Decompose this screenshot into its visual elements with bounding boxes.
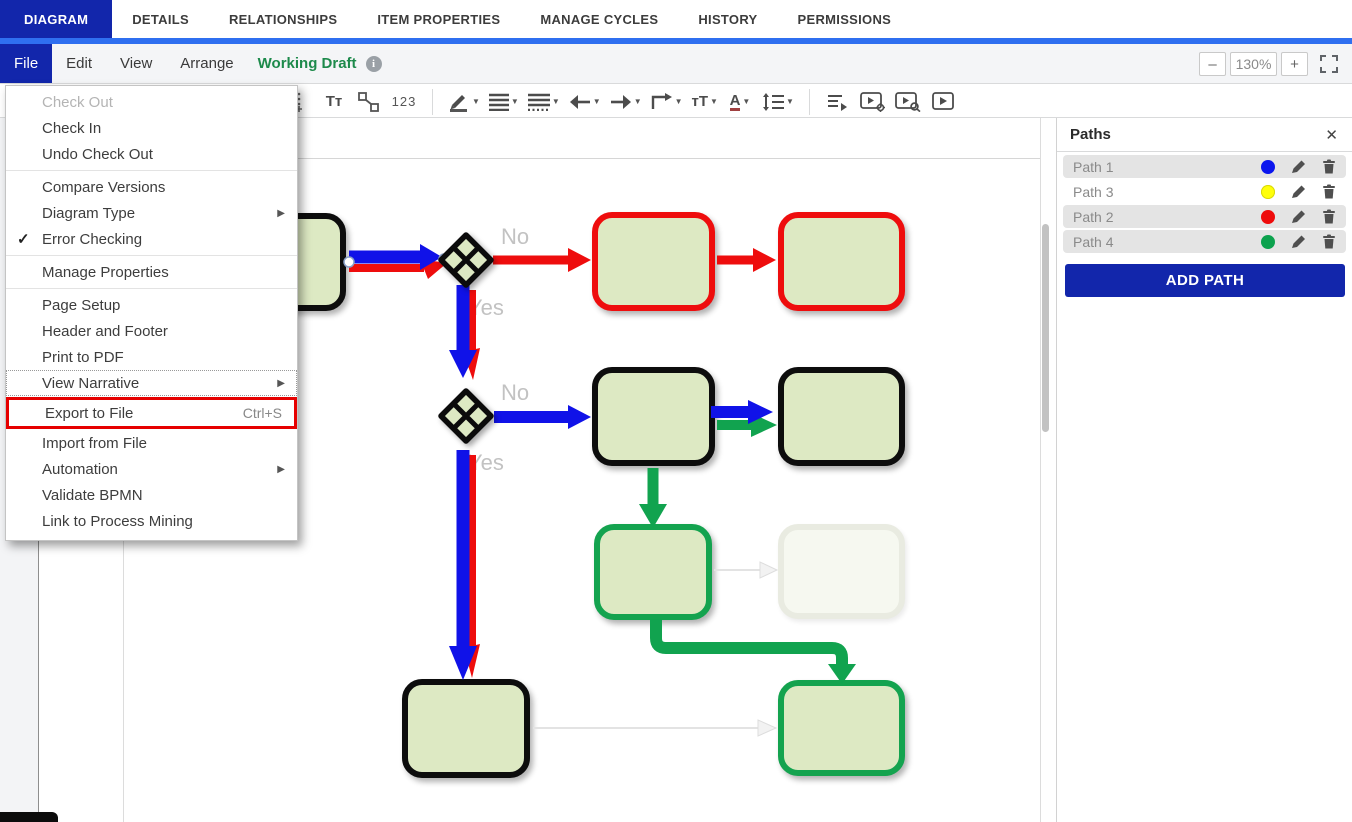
gateway1-yes-label: Yes — [468, 295, 504, 321]
run-settings-icon[interactable] — [860, 89, 886, 115]
delete-trash-icon[interactable] — [1322, 159, 1336, 174]
fullscreen-icon[interactable] — [1320, 55, 1338, 73]
tab-relationships[interactable]: RELATIONSHIPS — [209, 0, 357, 38]
menu-edit[interactable]: Edit — [52, 44, 106, 83]
gateway2-yes-label: Yes — [468, 450, 504, 476]
path-color-dot[interactable] — [1261, 185, 1275, 199]
gateway1-no-label: No — [501, 224, 529, 250]
tab-diagram[interactable]: DIAGRAM — [0, 0, 112, 38]
menu-item-page-setup[interactable]: Page Setup — [6, 292, 297, 318]
menu-item-diagram-type[interactable]: Diagram Type▶ — [6, 200, 297, 226]
menu-item-error-checking[interactable]: ✓Error Checking — [6, 226, 297, 252]
path-row-4[interactable]: Path 4 — [1063, 230, 1346, 253]
menu-item-undo-check-out[interactable]: Undo Check Out — [6, 141, 297, 167]
delete-trash-icon[interactable] — [1322, 184, 1336, 199]
task-box-black-1[interactable] — [592, 367, 715, 466]
task-box-green-1[interactable] — [594, 524, 712, 620]
menu-bar: File Edit View Arrange Working Draft i — [0, 44, 1352, 84]
menu-item-validate-bpmn[interactable]: Validate BPMN — [6, 482, 297, 508]
menu-item-check-out: Check Out — [6, 89, 297, 115]
menu-item-print-to-pdf[interactable]: Print to PDF — [6, 344, 297, 370]
zoom-level-value: 130% — [1230, 52, 1277, 76]
zoom-out-button[interactable]: – — [1199, 52, 1226, 76]
text-style-icon[interactable]: Tт — [321, 89, 347, 115]
font-color-icon[interactable]: A ▼ — [727, 89, 753, 115]
line-fill-style-icon[interactable]: ▼ — [528, 89, 560, 115]
arrow-start-icon[interactable]: ▼ — [569, 89, 601, 115]
shortcut-label: Ctrl+S — [243, 405, 282, 421]
path-row-3[interactable]: Path 3 — [1063, 180, 1346, 203]
paths-panel-title: Paths — [1070, 126, 1111, 143]
path-color-dot[interactable] — [1261, 235, 1275, 249]
menu-item-link-to-process-mining[interactable]: Link to Process Mining — [6, 508, 297, 534]
menu-item-view-narrative[interactable]: View Narrative▶ — [6, 370, 297, 396]
checkmark-icon: ✓ — [17, 230, 30, 248]
task-box-black-2[interactable] — [778, 367, 905, 466]
run-icon[interactable] — [930, 89, 956, 115]
delete-trash-icon[interactable] — [1322, 209, 1336, 224]
menu-item-check-in[interactable]: Check In — [6, 115, 297, 141]
path-row-2[interactable]: Path 2 — [1063, 205, 1346, 228]
delete-trash-icon[interactable] — [1322, 234, 1336, 249]
menu-item-import-from-file[interactable]: Import from File — [6, 430, 297, 456]
task-box-red-1[interactable] — [592, 212, 715, 311]
pen-color-icon[interactable]: ▼ — [448, 89, 480, 115]
arrow-end-icon[interactable]: ▼ — [610, 89, 642, 115]
connector-icon[interactable] — [356, 89, 382, 115]
numbering-icon[interactable]: 123 — [391, 89, 417, 115]
gateway2-no-label: No — [501, 380, 529, 406]
path-color-dot[interactable] — [1261, 210, 1275, 224]
tab-history[interactable]: HISTORY — [678, 0, 777, 38]
add-path-button[interactable]: ADD PATH — [1065, 264, 1345, 297]
menu-item-export-to-file[interactable]: Export to FileCtrl+S — [6, 397, 297, 429]
tab-permissions[interactable]: PERMISSIONS — [778, 0, 912, 38]
submenu-arrow-icon: ▶ — [277, 208, 285, 219]
path-color-dot[interactable] — [1261, 160, 1275, 174]
task-box-red-2[interactable] — [778, 212, 905, 311]
zoom-controls: – 130% + — [1199, 52, 1338, 76]
bottom-left-element — [0, 812, 58, 822]
close-icon[interactable]: ✕ — [1325, 126, 1338, 144]
task-box-black-3[interactable] — [402, 679, 530, 778]
run-preview-icon[interactable] — [895, 89, 921, 115]
menu-file[interactable]: File — [0, 44, 52, 83]
menu-item-manage-properties[interactable]: Manage Properties — [6, 259, 297, 285]
file-menu-dropdown: Check Out Check In Undo Check Out Compar… — [5, 85, 298, 541]
task-box-green-2[interactable] — [778, 680, 905, 776]
task-box-faded[interactable] — [778, 524, 905, 619]
menu-item-compare-versions[interactable]: Compare Versions — [6, 174, 297, 200]
run-indent-icon[interactable] — [825, 89, 851, 115]
menu-item-automation[interactable]: Automation▶ — [6, 456, 297, 482]
gateway-diamond-2[interactable] — [438, 388, 494, 444]
submenu-arrow-icon: ▶ — [277, 378, 285, 389]
menu-item-header-and-footer[interactable]: Header and Footer — [6, 318, 297, 344]
path-row-1[interactable]: Path 1 — [1063, 155, 1346, 178]
status-working-draft: Working Draft i — [248, 44, 390, 83]
line-spacing-icon[interactable]: ▼ — [762, 89, 794, 115]
zoom-in-button[interactable]: + — [1281, 52, 1308, 76]
diagram-editor-app: { "colors": { "accent_blue": "#1226ab", … — [0, 0, 1352, 822]
edit-pencil-icon[interactable] — [1291, 184, 1306, 199]
submenu-arrow-icon: ▶ — [277, 464, 285, 475]
info-icon[interactable]: i — [366, 56, 382, 72]
top-tab-bar: DIAGRAM DETAILS RELATIONSHIPS ITEM PROPE… — [0, 0, 1352, 38]
tab-item-properties[interactable]: ITEM PROPERTIES — [357, 0, 520, 38]
tab-details[interactable]: DETAILS — [112, 0, 209, 38]
tab-manage-cycles[interactable]: MANAGE CYCLES — [520, 0, 678, 38]
line-style-icon[interactable]: ▼ — [489, 89, 519, 115]
paths-panel: Paths ✕ Path 1 Path 3 Path 2 — [1056, 118, 1352, 822]
elbow-connector-icon[interactable]: ▼ — [651, 89, 683, 115]
font-size-icon[interactable]: тT▼ — [692, 89, 718, 115]
menu-view[interactable]: View — [106, 44, 166, 83]
menu-arrange[interactable]: Arrange — [166, 44, 247, 83]
gateway-diamond-1[interactable] — [438, 232, 494, 288]
edit-pencil-icon[interactable] — [1291, 234, 1306, 249]
edit-pencil-icon[interactable] — [1291, 209, 1306, 224]
page-boundary-right — [1040, 118, 1041, 822]
canvas-scrollbar[interactable] — [1042, 224, 1049, 432]
edit-pencil-icon[interactable] — [1291, 159, 1306, 174]
